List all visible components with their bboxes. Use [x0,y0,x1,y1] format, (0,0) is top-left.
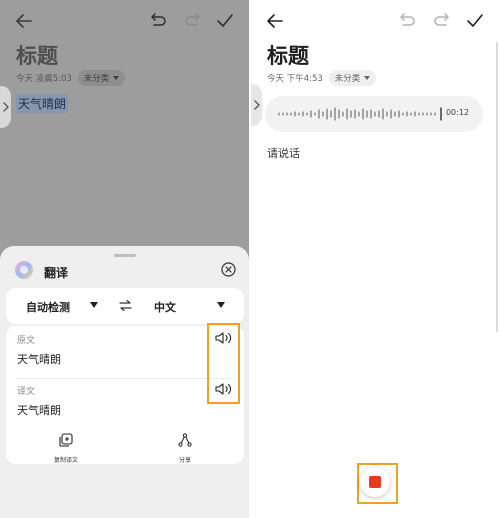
category-label: 未分类 [83,74,110,84]
redo-icon[interactable] [432,13,450,29]
voice-recording-bar[interactable]: 00:12 [265,96,483,132]
note-meta: 今天 下午4:53 未分类 [267,70,377,86]
share-label: 分享 [178,457,191,464]
category-dropdown[interactable]: 未分类 [328,70,377,86]
sheet-drag-handle[interactable] [114,254,136,257]
back-arrow-icon[interactable] [15,12,33,30]
speaker-highlight-box [207,323,240,404]
translate-logo-icon [14,260,34,280]
undo-icon[interactable] [150,13,168,29]
note-title[interactable]: 标题 [267,40,309,70]
share-button[interactable]: 分享 [155,432,215,464]
original-text: 天气晴朗 [17,353,61,366]
divider [17,378,233,379]
language-selector: 自动检测 中文 [6,288,244,324]
copy-translation-icon [59,433,73,447]
source-language[interactable]: 自动检测 [26,299,70,315]
redo-icon[interactable] [183,13,201,29]
category-dropdown[interactable]: 未分类 [77,70,126,86]
checkmark-icon[interactable] [216,13,234,29]
chevron-right-icon [253,100,260,110]
original-label: 原文 [17,336,36,346]
dropdown-arrow-icon [364,76,371,80]
target-language[interactable]: 中文 [154,299,176,315]
waveform [278,107,442,121]
note-timestamp: 今天 下午4:53 [267,74,323,84]
note-title[interactable]: 标题 [16,40,58,70]
left-screen: 标题 今天 凌晨5:03 未分类 天气晴朗 翻译 自动检测 中文 原文 天气晴朗… [0,0,249,518]
source-dropdown-icon[interactable] [90,302,98,308]
close-icon[interactable] [221,262,236,277]
copy-translation-button[interactable]: 复制译文 [36,432,96,464]
copy-translation-label: 复制译文 [53,457,78,464]
category-label: 未分类 [334,74,361,84]
sheet-title: 翻译 [44,266,69,280]
back-arrow-icon[interactable] [266,12,284,30]
undo-icon[interactable] [399,13,417,29]
note-timestamp: 今天 凌晨5:03 [16,74,72,84]
selected-text[interactable]: 天气晴朗 [16,94,69,113]
checkmark-icon[interactable] [466,13,484,29]
stop-recording-button[interactable] [360,467,390,497]
recording-duration: 00:12 [445,108,469,117]
translate-sheet: 翻译 自动检测 中文 原文 天气晴朗 译文 天气晴朗 复制译文 分享 [0,246,249,518]
scrollbar[interactable] [496,42,498,332]
speech-prompt: 请说话 [267,147,300,160]
stop-icon [369,476,381,488]
side-panel-tab[interactable] [0,86,11,128]
note-meta: 今天 凌晨5:03 未分类 [16,70,126,86]
dropdown-arrow-icon [113,76,120,80]
translation-text: 天气晴朗 [17,404,61,417]
target-dropdown-icon[interactable] [217,302,225,308]
side-panel-tab[interactable] [251,84,262,126]
swap-icon[interactable] [119,300,132,311]
right-screen: 标题 今天 下午4:53 未分类 00:12 请说话 [251,0,500,518]
chevron-right-icon [2,102,9,112]
share-icon [178,433,192,447]
translation-label: 译文 [17,387,36,397]
